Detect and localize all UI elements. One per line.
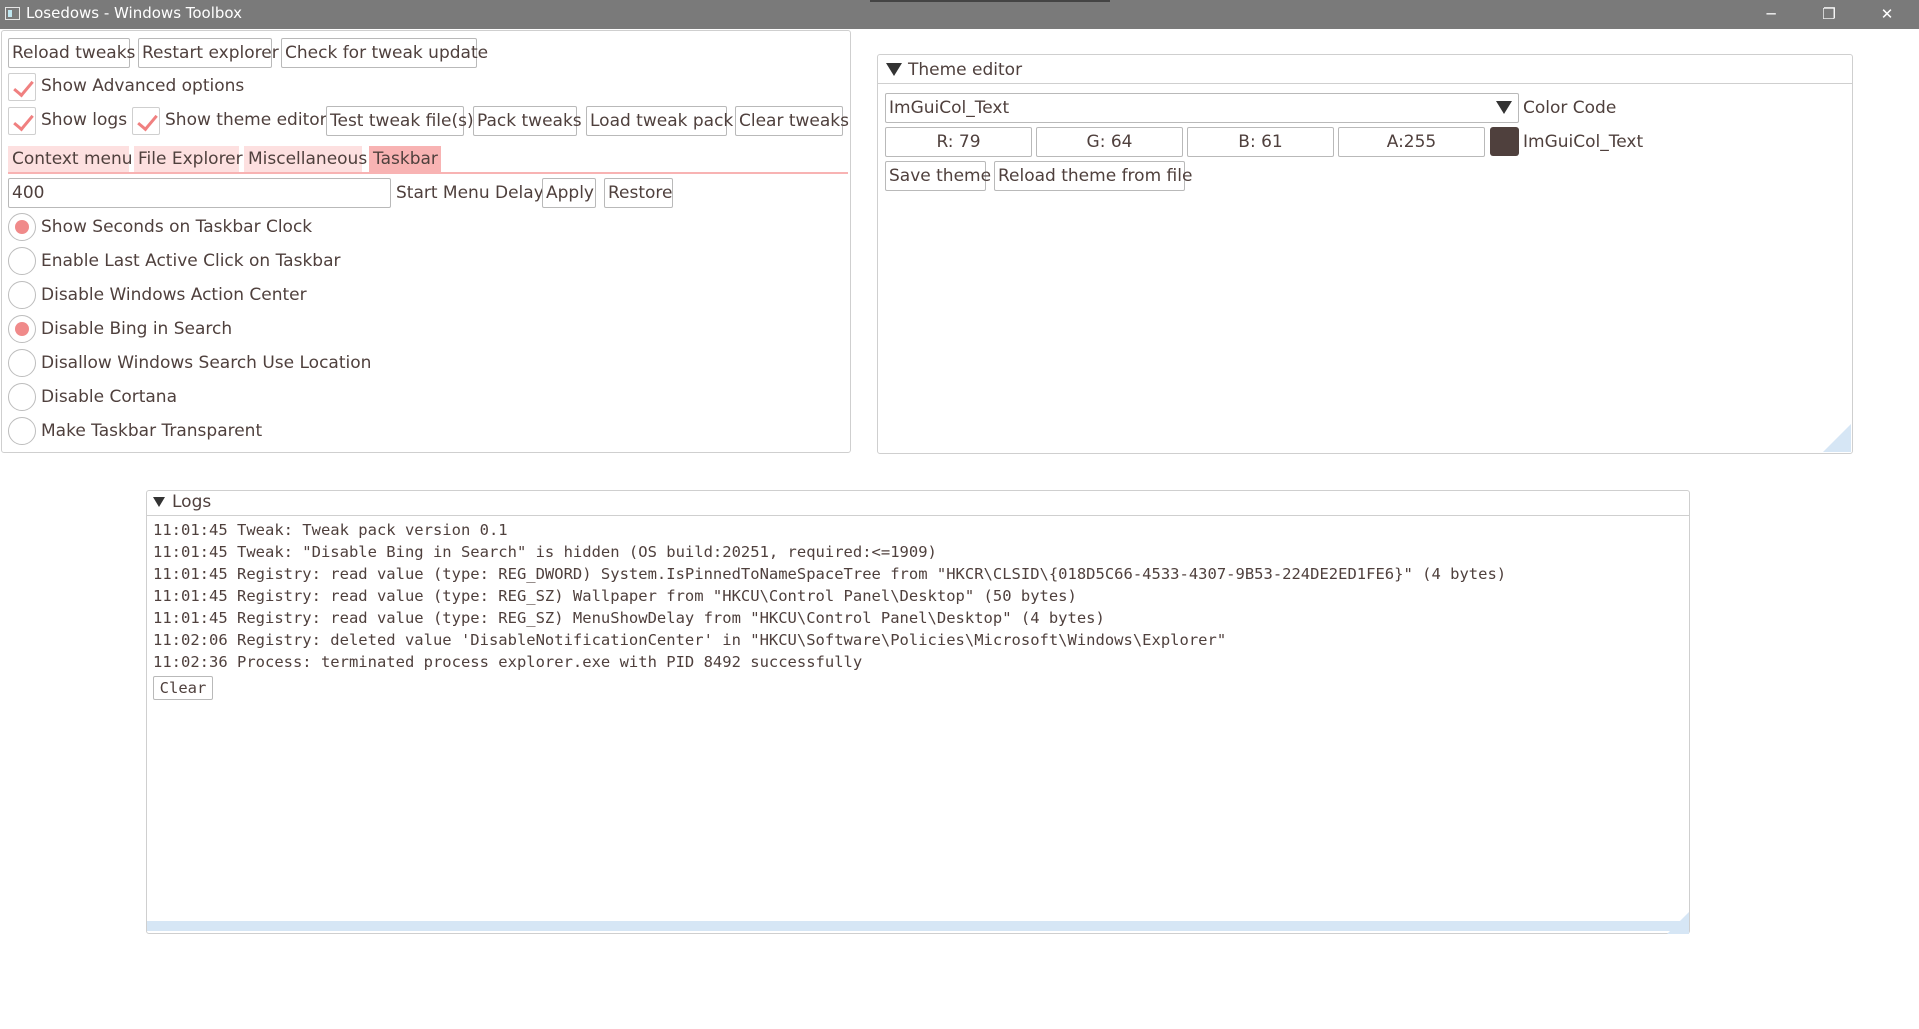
- option-radio-0[interactable]: [8, 213, 36, 241]
- color-selector-dropdown[interactable]: ImGuiCol_Text: [885, 93, 1519, 123]
- color-swatch[interactable]: [1490, 127, 1519, 156]
- clear-tweaks-button[interactable]: Clear tweaks: [735, 106, 849, 136]
- option-radio-2[interactable]: [8, 281, 36, 309]
- app-icon: [5, 7, 20, 20]
- start-menu-delay-label: Start Menu Delay: [396, 183, 544, 203]
- option-label: Disable Bing in Search: [41, 319, 233, 339]
- red-channel-input[interactable]: R: 79: [885, 127, 1032, 157]
- tab-underline: [8, 172, 848, 174]
- log-line: 11:01:45 Registry: read value (type: REG…: [153, 609, 1105, 627]
- reload-theme-button[interactable]: Reload theme from file: [994, 161, 1192, 191]
- start-menu-delay-input[interactable]: 400: [8, 178, 391, 208]
- apply-button[interactable]: Apply: [542, 178, 596, 208]
- alpha-channel-input[interactable]: A:255: [1338, 127, 1485, 157]
- tab-taskbar[interactable]: Taskbar: [369, 146, 441, 172]
- show-logs-checkbox[interactable]: [8, 107, 36, 135]
- log-line: 11:02:36 Process: terminated process exp…: [153, 653, 863, 671]
- horizontal-scrollbar[interactable]: [147, 921, 1689, 931]
- option-label: Enable Last Active Click on Taskbar: [41, 251, 341, 271]
- clear-logs-button[interactable]: Clear: [153, 676, 213, 700]
- log-line: 11:01:45 Registry: read value (type: REG…: [153, 587, 1077, 605]
- option-label: Make Taskbar Transparent: [41, 421, 263, 441]
- restart-explorer-button[interactable]: Restart explorer: [138, 38, 279, 68]
- load-tweak-pack-button[interactable]: Load tweak pack: [586, 106, 733, 136]
- drag-indicator: [870, 0, 1110, 2]
- window-title: Losedows - Windows Toolbox: [26, 4, 243, 22]
- swatch-label: ImGuiCol_Text: [1523, 132, 1644, 152]
- divider: [878, 83, 1852, 84]
- show-advanced-checkbox[interactable]: [8, 73, 36, 101]
- log-line: 11:01:45 Registry: read value (type: REG…: [153, 565, 1507, 583]
- log-line: 11:02:06 Registry: deleted value 'Disabl…: [153, 631, 1227, 649]
- option-radio-3[interactable]: [8, 315, 36, 343]
- theme-editor-title: Theme editor: [908, 60, 1023, 80]
- tab-miscellaneous[interactable]: Miscellaneous: [244, 146, 367, 172]
- maximize-icon[interactable]: ❐: [1800, 0, 1858, 29]
- resize-grip-icon[interactable]: [1823, 424, 1851, 452]
- collapse-arrow-icon[interactable]: [886, 63, 902, 76]
- log-line: 11:01:45 Tweak: "Disable Bing in Search"…: [153, 543, 937, 561]
- chevron-down-icon[interactable]: [1496, 101, 1512, 114]
- show-logs-label: Show logs: [41, 110, 128, 130]
- option-radio-4[interactable]: [8, 349, 36, 377]
- logs-title: Logs: [172, 492, 212, 512]
- divider: [147, 515, 1689, 516]
- blue-channel-input[interactable]: B: 61: [1187, 127, 1334, 157]
- tab-context-menu[interactable]: Context menu: [8, 146, 133, 172]
- save-theme-button[interactable]: Save theme: [885, 161, 991, 191]
- show-theme-editor-label: Show theme editor: [165, 110, 327, 130]
- minimize-icon[interactable]: ─: [1742, 0, 1800, 29]
- option-radio-6[interactable]: [8, 417, 36, 445]
- option-label: Show Seconds on Taskbar Clock: [41, 217, 313, 237]
- show-advanced-label: Show Advanced options: [41, 76, 245, 96]
- title-bar[interactable]: Losedows - Windows Toolbox ─ ❐ ✕: [0, 0, 1919, 29]
- check-update-button[interactable]: Check for tweak update: [281, 38, 488, 68]
- color-code-label: Color Code: [1523, 98, 1617, 118]
- close-icon[interactable]: ✕: [1858, 0, 1916, 29]
- green-channel-input[interactable]: G: 64: [1036, 127, 1183, 157]
- option-radio-5[interactable]: [8, 383, 36, 411]
- collapse-arrow-icon[interactable]: [153, 497, 165, 507]
- test-tweak-files-button[interactable]: Test tweak file(s): [326, 106, 474, 136]
- option-label: Disable Cortana: [41, 387, 177, 407]
- reload-tweaks-button[interactable]: Reload tweaks: [8, 38, 135, 68]
- option-label: Disallow Windows Search Use Location: [41, 353, 372, 373]
- tab-file-explorer[interactable]: File Explorer: [134, 146, 243, 172]
- option-label: Disable Windows Action Center: [41, 285, 307, 305]
- option-radio-1[interactable]: [8, 247, 36, 275]
- log-line: 11:01:45 Tweak: Tweak pack version 0.1: [153, 521, 508, 539]
- restore-button[interactable]: Restore: [604, 178, 673, 208]
- resize-grip-icon[interactable]: [1667, 912, 1689, 934]
- pack-tweaks-button[interactable]: Pack tweaks: [473, 106, 582, 136]
- show-theme-editor-checkbox[interactable]: [132, 107, 160, 135]
